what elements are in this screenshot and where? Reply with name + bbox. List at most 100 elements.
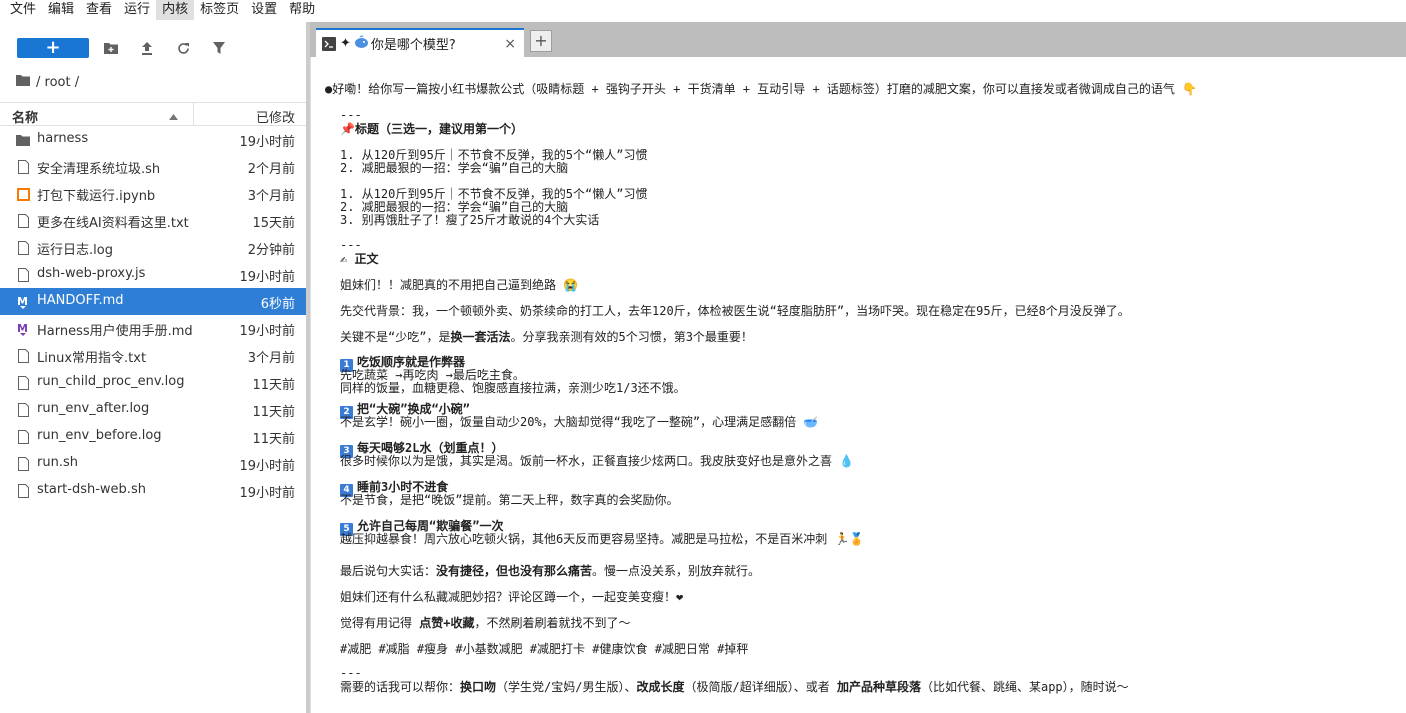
file-icon [15, 159, 31, 175]
habit-text: 不是玄学！碗小一圈，饭量自动少20%，大脑却觉得“我吃了一整碗”，心理满足感翻倍… [340, 415, 819, 429]
file-name: run_env_before.log [37, 428, 162, 443]
emphasis: 换口吻 [460, 680, 497, 694]
file-row[interactable]: start-dsh-web.sh 19小时前 [0, 477, 306, 504]
breadcrumb-path[interactable]: / root / [36, 75, 79, 90]
column-modified-header[interactable]: 已修改 [256, 107, 295, 126]
file-row[interactable]: 更多在线AI资料看这里.txt 15天前 [0, 207, 306, 234]
whale-icon [354, 35, 369, 53]
file-row[interactable]: run.sh 19小时前 [0, 450, 306, 477]
tab-chat[interactable]: ✦ 你是哪个模型? × [316, 28, 524, 57]
file-row[interactable]: run_env_before.log 11天前 [0, 423, 306, 450]
file-icon [15, 267, 31, 283]
text: 觉得有用记得 [340, 616, 420, 630]
emphasis: 没有捷径，但也没有那么痛苦 [436, 564, 593, 578]
paragraph: 姐妹们还有什么私藏减肥妙招？评论区蹲一个，一起变美变瘦！❤ [340, 590, 684, 604]
menu-item[interactable]: 文件 [4, 0, 42, 20]
menu-item[interactable]: 设置 [245, 0, 283, 20]
menu-item[interactable]: 运行 [118, 0, 156, 20]
file-row[interactable]: M HANDOFF.md 6秒前 [0, 288, 306, 315]
new-folder-icon[interactable] [101, 38, 121, 58]
tab-label[interactable]: 你是哪个模型? [371, 34, 456, 53]
tab-bar: ✦ 你是哪个模型? × + [310, 22, 1406, 57]
column-name-header[interactable]: 名称 [12, 107, 38, 126]
sparkle-icon: ✦ [340, 36, 351, 51]
text: （极简版/超详细版）、或者 [684, 680, 837, 694]
habit-text: 越压抑越暴食！周六放心吃顿火锅，其他6天反而更容易坚持。减肥是马拉松，不是百米冲… [340, 532, 865, 546]
menu-item[interactable]: 编辑 [42, 0, 80, 20]
file-modified: 15天前 [252, 216, 295, 231]
title-option: 3. 别再饿肚子了！瘦了25斤才敢说的4个大实话 [340, 213, 600, 227]
file-name: run_child_proc_env.log [37, 374, 185, 389]
file-name: 打包下载运行.ipynb [37, 189, 156, 204]
file-modified: 3个月前 [247, 189, 295, 204]
paragraph: 觉得有用记得 点赞+收藏，不然刷着刷着就找不到了～ [340, 617, 630, 630]
file-row[interactable]: dsh-web-proxy.js 19小时前 [0, 261, 306, 288]
text: ，不然刷着刷着就找不到了～ [474, 616, 631, 630]
menu-item[interactable]: 内核 [156, 0, 195, 20]
paragraph: 姐妹们！！减肥真的不用把自己逼到绝路 😭 [340, 278, 579, 292]
new-launcher-button[interactable]: + [17, 38, 89, 58]
hashtags: #减肥 #减脂 #瘦身 #小基数减肥 #减肥打卡 #健康饮食 #减肥日常 #掉秤 [340, 642, 749, 656]
sort-ascending-icon[interactable] [169, 109, 178, 124]
folder-icon [15, 132, 31, 148]
divider-rule: --- [340, 108, 362, 122]
file-modified: 11天前 [252, 378, 295, 393]
file-icon [15, 240, 31, 256]
file-row[interactable]: M Harness用户使用手册.md 19小时前 [0, 315, 306, 342]
divider-rule: --- [340, 238, 362, 252]
menu-item[interactable]: 帮助 [283, 0, 321, 20]
file-name: harness [37, 131, 89, 146]
emphasis: 改成长度 [636, 680, 685, 694]
file-modified: 19小时前 [239, 135, 295, 150]
habit-text: 不是节食，是把“晚饭”提前。第二天上秤，数字真的会奖励你。 [340, 493, 679, 507]
main-area: ✦ 你是哪个模型? × + ●好嘞！给你写一篇按小红书爆款公式（吸睛标题 + 强… [310, 22, 1406, 713]
add-tab-button[interactable]: + [530, 30, 552, 52]
file-name: run_env_after.log [37, 401, 150, 416]
file-modified: 6秒前 [260, 297, 295, 312]
file-icon [15, 375, 31, 391]
file-row[interactable]: 安全清理系统垃圾.sh 2个月前 [0, 153, 306, 180]
file-icon [15, 429, 31, 445]
file-icon [15, 402, 31, 418]
file-modified: 11天前 [252, 405, 295, 420]
file-modified: 3个月前 [247, 351, 295, 366]
habit-title: 睡前3小时不进食 [357, 480, 449, 494]
file-name: 安全清理系统垃圾.sh [37, 162, 161, 177]
text: 。慢一点没关系，别放弃就行。 [592, 564, 761, 578]
file-list-header: 名称 已修改 [0, 102, 306, 126]
menu-item[interactable]: 查看 [80, 0, 118, 20]
file-row[interactable]: run_child_proc_env.log 11天前 [0, 369, 306, 396]
file-row[interactable]: Linux常用指令.txt 3个月前 [0, 342, 306, 369]
file-row[interactable]: 打包下载运行.ipynb 3个月前 [0, 180, 306, 207]
text: （学生党/宝妈/男生版）、 [496, 680, 637, 694]
filter-icon[interactable] [209, 38, 229, 58]
title-option: 2. 减肥最狠的一招：学会“骗”自己的大脑 [340, 161, 569, 175]
file-icon [15, 456, 31, 472]
habit-title: 允许自己每周“欺骗餐”一次 [357, 519, 504, 533]
breadcrumb[interactable]: / root / [16, 72, 79, 92]
emphasis: 换一套活法 [450, 330, 511, 344]
file-list: harness 19小时前 安全清理系统垃圾.sh 2个月前 打包下载运行.ipynb 3… [0, 126, 306, 504]
upload-icon[interactable] [137, 38, 157, 58]
file-row[interactable]: run_env_after.log 11天前 [0, 396, 306, 423]
file-modified: 2个月前 [247, 162, 295, 177]
file-modified: 19小时前 [239, 324, 295, 339]
file-name: 运行日志.log [37, 243, 113, 258]
menu-item[interactable]: 标签页 [194, 0, 245, 20]
text: （比如代餐、跳绳、某app），随时说～ [920, 680, 1129, 694]
paragraph: 最后说句大实话：没有捷径，但也没有那么痛苦。慢一点没关系，别放弃就行。 [340, 565, 760, 578]
file-row[interactable]: 运行日志.log 2分钟前 [0, 234, 306, 261]
close-icon[interactable]: × [504, 36, 516, 52]
habit-title: 吃饭顺序就是作弊器 [357, 355, 466, 369]
file-icon [15, 483, 31, 499]
file-name: Harness用户使用手册.md [37, 324, 193, 339]
paragraph: 关键不是“少吃”，是换一套活法。分享我亲测有效的5个习惯，第3个最重要！ [340, 331, 753, 344]
refresh-icon[interactable] [173, 38, 193, 58]
file-row[interactable]: harness 19小时前 [0, 126, 306, 153]
habit-title: 把“大碗”换成“小碗” [357, 402, 470, 416]
file-modified: 11天前 [252, 432, 295, 447]
file-icon [15, 213, 31, 229]
column-divider[interactable] [193, 103, 194, 125]
folder-icon [16, 74, 30, 90]
menu-bar: 文件 编辑 查看 运行 内核 标签页 设置 帮助 [0, 0, 1406, 20]
